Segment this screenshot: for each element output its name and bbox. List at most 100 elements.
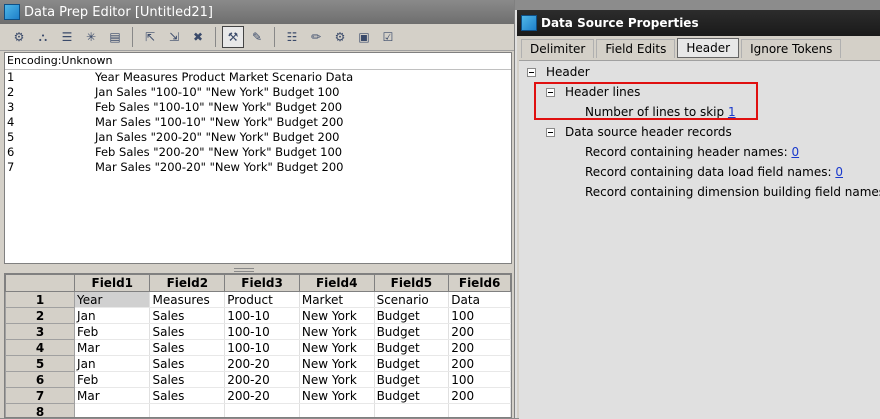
table-row[interactable]: 5 Jan Sales 200-20 New York Budget 200 [5, 355, 511, 372]
table-row[interactable]: 8 [5, 403, 511, 417]
grid-cell[interactable]: 200-20 [224, 371, 300, 388]
splitter-grip[interactable] [234, 268, 254, 272]
grid-cell[interactable]: 100 [448, 307, 511, 324]
star-icon[interactable]: ✳ [80, 26, 102, 48]
row-header[interactable]: 6 [5, 371, 76, 388]
table-row[interactable]: 6 Feb Sales 200-20 New York Budget 100 [5, 371, 511, 388]
grid-cell[interactable]: New York [299, 371, 375, 388]
grid-cell[interactable]: Sales [149, 355, 226, 372]
grid-cell[interactable]: 100 [448, 371, 511, 388]
grid-cell[interactable] [299, 403, 375, 417]
tab-ignore-tokens[interactable]: Ignore Tokens [741, 39, 842, 58]
pencil-icon[interactable]: ✏ [305, 26, 327, 48]
grid-cell[interactable]: Budget [374, 323, 450, 340]
open-icon[interactable]: ⚙ [8, 26, 30, 48]
grid-cell[interactable]: Budget [374, 339, 450, 356]
row-header[interactable]: 7 [5, 387, 76, 404]
selected-tool-icon[interactable]: ⚒ [222, 26, 244, 48]
raw-text-pane[interactable]: Encoding:Unknown 1 Year Measures Product … [4, 52, 512, 264]
tree-node-header[interactable]: Header [527, 63, 590, 81]
dimension-icon[interactable]: ☷ [281, 26, 303, 48]
grid-cell[interactable]: Measures [149, 291, 226, 308]
grid-cell[interactable]: 100-10 [224, 323, 300, 340]
row-header[interactable]: 1 [5, 291, 76, 308]
column-header[interactable]: Field2 [149, 274, 226, 292]
grid-corner[interactable] [5, 274, 76, 292]
hierarchy-icon[interactable]: ☰ [56, 26, 78, 48]
data-prep-editor-titlebar[interactable]: Data Prep Editor [Untitled21] [0, 0, 514, 24]
grid-cell[interactable] [149, 403, 226, 417]
pane-splitter[interactable] [4, 266, 512, 272]
grid-cell[interactable]: Sales [149, 387, 226, 404]
grid-cell[interactable]: New York [299, 323, 375, 340]
grid-cell[interactable]: Sales [149, 339, 226, 356]
grid-cell[interactable]: New York [299, 355, 375, 372]
table-row[interactable]: 7 Mar Sales 200-20 New York Budget 200 [5, 387, 511, 404]
select-add-icon[interactable]: ⇲ [163, 26, 185, 48]
grid-cell[interactable]: 200 [448, 339, 511, 356]
edit-icon[interactable]: ✎ [246, 26, 268, 48]
tab-field-edits[interactable]: Field Edits [596, 39, 676, 58]
column-header[interactable]: Field4 [298, 274, 375, 292]
grid-cell[interactable]: Sales [149, 371, 226, 388]
grid-cell[interactable]: Jan [74, 307, 151, 324]
tab-delimiter[interactable]: Delimiter [521, 39, 595, 58]
grid-cell[interactable]: 200 [448, 387, 511, 404]
grid-cell[interactable]: Product [224, 291, 300, 308]
grid-cell[interactable]: 100-10 [224, 307, 300, 324]
column-header[interactable]: Field6 [448, 274, 511, 292]
grid-cell[interactable]: Feb [74, 371, 151, 388]
table-row[interactable]: 2 Jan Sales 100-10 New York Budget 100 [5, 307, 511, 324]
grid-cell[interactable]: New York [299, 387, 375, 404]
table-row[interactable]: 1 Year Measures Product Market Scenario Data [5, 291, 511, 308]
grid-cell[interactable]: Sales [149, 307, 226, 324]
grid-cell[interactable]: Sales [149, 323, 226, 340]
column-header[interactable]: Field1 [74, 274, 151, 292]
tree-node-header-records[interactable]: Data source header records [546, 123, 732, 141]
grid-cell[interactable]: Budget [374, 387, 450, 404]
grid-cell[interactable] [448, 403, 511, 417]
row-header[interactable]: 5 [5, 355, 76, 372]
row-header[interactable]: 4 [5, 339, 76, 356]
tab-header[interactable]: Header [677, 38, 740, 58]
grid-cell[interactable] [74, 403, 151, 417]
grid-cell[interactable]: 200 [448, 355, 511, 372]
collapse-toggle-icon[interactable] [527, 68, 536, 77]
grid-cell[interactable]: Data [448, 291, 511, 308]
row-header[interactable]: 3 [5, 323, 76, 340]
dialog-titlebar[interactable]: Data Source Properties [517, 10, 880, 36]
note-icon[interactable]: ▣ [353, 26, 375, 48]
grid-cell[interactable] [224, 403, 300, 417]
field-grid[interactable]: Field1 Field2 Field3 Field4 Field5 Field6 1 Ye… [4, 273, 512, 418]
grid-cell[interactable]: Mar [74, 339, 151, 356]
data-load-link[interactable]: 0 [835, 165, 843, 179]
grid-cell[interactable]: Market [299, 291, 375, 308]
header-names-link[interactable]: 0 [791, 145, 799, 159]
grid-cell[interactable]: New York [299, 307, 375, 324]
collapse-toggle-icon[interactable] [546, 128, 555, 137]
grid-cell[interactable]: 200 [448, 323, 511, 340]
grid-cell[interactable]: Mar [74, 387, 151, 404]
grid-cell[interactable] [374, 403, 450, 417]
record-icon[interactable]: ▤ [104, 26, 126, 48]
column-header[interactable]: Field5 [373, 274, 450, 292]
grid-cell[interactable]: Jan [74, 355, 151, 372]
grid-cell[interactable]: Budget [374, 355, 450, 372]
grid-cell[interactable]: Scenario [374, 291, 450, 308]
grid-cell[interactable]: Budget [374, 307, 450, 324]
validate-icon[interactable]: ☑ [377, 26, 399, 48]
grid-cell[interactable]: New York [299, 339, 375, 356]
wrench-icon[interactable]: ⚙ [329, 26, 351, 48]
table-row[interactable]: 3 Feb Sales 100-10 New York Budget 200 [5, 323, 511, 340]
grid-cell[interactable]: Feb [74, 323, 151, 340]
row-header[interactable]: 8 [5, 403, 76, 417]
select-icon[interactable]: ⇱ [139, 26, 161, 48]
row-header[interactable]: 2 [5, 307, 76, 324]
tree-icon[interactable]: ⛬ [32, 26, 54, 48]
grid-cell[interactable]: 100-10 [224, 339, 300, 356]
grid-cell[interactable]: 200-20 [224, 355, 300, 372]
table-row[interactable]: 4 Mar Sales 100-10 New York Budget 200 [5, 339, 511, 356]
delete-icon[interactable]: ✖ [187, 26, 209, 48]
grid-cell[interactable]: Year [74, 291, 151, 308]
column-header[interactable]: Field3 [224, 274, 300, 292]
